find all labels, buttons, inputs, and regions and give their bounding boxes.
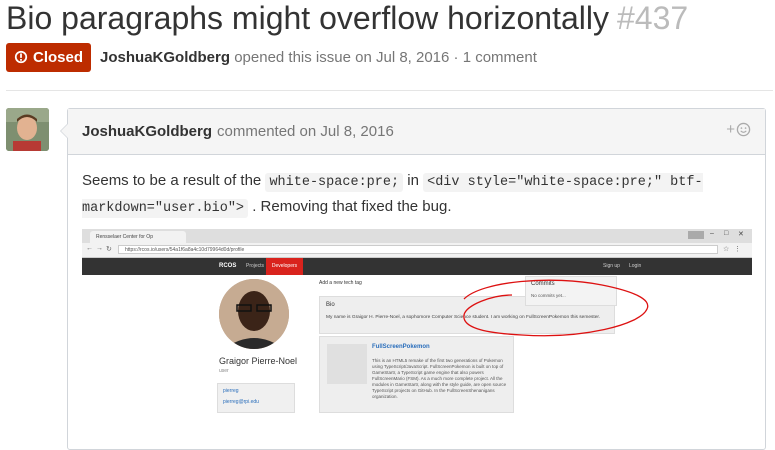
comment-body: Seems to be a result of the white-space:… [68,155,765,221]
status-badge: Closed [6,42,92,72]
issue-author-link[interactable]: JoshuaKGoldberg [100,49,230,66]
issue-meta: Closed JoshuaKGoldberg opened this issue… [6,42,537,72]
comment-text-1: Seems to be a result of the [82,172,262,189]
avatar-image [6,108,49,151]
issue-meta-text: JoshuaKGoldberg opened this issue on Jul… [100,49,537,66]
comment-author-link[interactable]: JoshuaKGoldberg [82,123,212,140]
issue-number: #437 [616,0,689,36]
smiley-icon [736,122,751,137]
red-annotation-scribble [463,279,649,337]
comment-text-3: . Removing that fixed the bug. [252,198,452,215]
comment-timestamp[interactable]: commented on Jul 8, 2016 [217,123,394,140]
comment-text-2: in [407,172,419,189]
issue-title: Bio paragraphs might overflow horizontal… [6,0,688,40]
issue-title-text: Bio paragraphs might overflow horizontal… [6,0,609,36]
add-reaction-button[interactable]: + [726,121,751,138]
issue-closed-icon [14,50,28,64]
plus-icon: + [726,121,735,138]
inline-code-1: white-space:pre; [265,173,404,192]
issue-meta-suffix: opened this issue on Jul 8, 2016 · 1 com… [234,48,537,66]
status-label: Closed [33,48,84,66]
embedded-screenshot[interactable]: Rensselaer Center for Op – □ ✕ ← → ↻ htt… [82,229,754,449]
header-divider [6,90,773,91]
comment-header: JoshuaKGoldberg commented on Jul 8, 2016… [68,109,765,155]
avatar[interactable] [6,108,49,151]
comment: JoshuaKGoldberg commented on Jul 8, 2016… [60,108,766,450]
